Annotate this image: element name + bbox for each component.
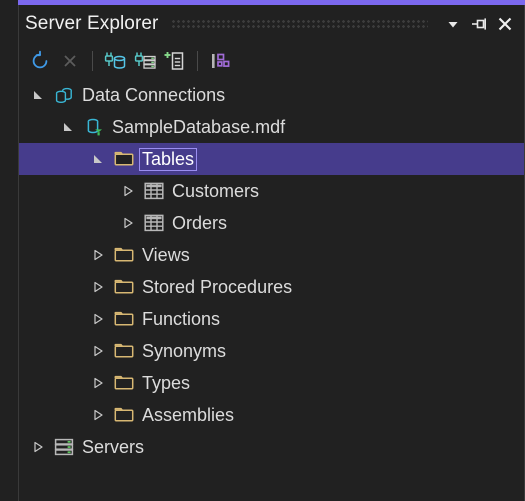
tree-item-label: SampleDatabase.mdf [112,116,286,137]
tree-item-label: Customers [172,180,260,201]
tree-item-orders[interactable]: Orders [19,207,524,239]
folder-icon [111,367,137,399]
add-new-data-source-button[interactable] [160,47,190,75]
toolbar-separator [92,51,93,71]
toolbar [19,43,524,79]
tree-item-assemblies[interactable]: Assemblies [19,399,524,431]
chevron-down-icon[interactable] [25,79,51,111]
page-title: Server Explorer [25,13,159,34]
chevron-right-icon[interactable] [25,431,51,463]
tree-item-label: Tables [139,147,198,171]
chevron-right-icon[interactable] [85,335,111,367]
chevron-right-icon[interactable] [85,367,111,399]
tree-item-functions[interactable]: Functions [19,303,524,335]
servers-icon [51,431,77,463]
database-mdf-icon [81,111,107,143]
tree-item-label: Types [142,372,191,393]
tree-item-stored-procedures[interactable]: Stored Procedures [19,271,524,303]
server-explorer-tree[interactable]: Data Connections SampleDatabase.mdf Tables… [19,79,524,501]
folder-icon [111,335,137,367]
stop-button[interactable] [55,47,85,75]
chevron-right-icon[interactable] [115,175,141,207]
connect-to-database-button[interactable] [100,47,130,75]
tree-item-data-connections[interactable]: Data Connections [19,79,524,111]
chevron-down-icon[interactable] [440,11,466,37]
tree-item-label: Stored Procedures [142,276,293,297]
panel-header: Server Explorer [19,5,524,43]
tree-item-label: Assemblies [142,404,235,425]
folder-icon [111,143,137,175]
tree-item-types[interactable]: Types [19,367,524,399]
tree-item-sampledatabase-mdf[interactable]: SampleDatabase.mdf [19,111,524,143]
toolbar-separator [197,51,198,71]
folder-icon [111,271,137,303]
close-icon[interactable] [492,11,518,37]
tree-item-label: Data Connections [82,84,226,105]
tree-item-views[interactable]: Views [19,239,524,271]
tree-item-synonyms[interactable]: Synonyms [19,335,524,367]
chevron-right-icon[interactable] [85,239,111,271]
chevron-down-icon[interactable] [85,143,111,175]
tree-item-customers[interactable]: Customers [19,175,524,207]
tree-item-tables[interactable]: Tables [19,143,524,175]
table-icon [141,175,167,207]
server-explorer-window: Server Explorer Data Connections SampleD… [0,0,525,501]
databases-icon [51,79,77,111]
folder-icon [111,399,137,431]
panel-body: Server Explorer Data Connections SampleD… [19,5,524,501]
pin-icon[interactable] [466,11,492,37]
chevron-right-icon[interactable] [85,303,111,335]
folder-icon [111,303,137,335]
tree-item-servers[interactable]: Servers [19,431,524,463]
drag-grip[interactable] [170,18,428,30]
object-hierarchy-button[interactable] [205,47,235,75]
chevron-right-icon[interactable] [115,207,141,239]
tree-item-label: Functions [142,308,221,329]
refresh-button[interactable] [25,47,55,75]
chevron-right-icon[interactable] [85,271,111,303]
tree-item-label: Synonyms [142,340,227,361]
chevron-right-icon[interactable] [85,399,111,431]
tree-item-label: Orders [172,212,228,233]
chevron-down-icon[interactable] [55,111,81,143]
table-icon [141,207,167,239]
connect-to-server-button[interactable] [130,47,160,75]
tree-item-label: Servers [82,436,145,457]
tree-item-label: Views [142,244,190,265]
folder-icon [111,239,137,271]
